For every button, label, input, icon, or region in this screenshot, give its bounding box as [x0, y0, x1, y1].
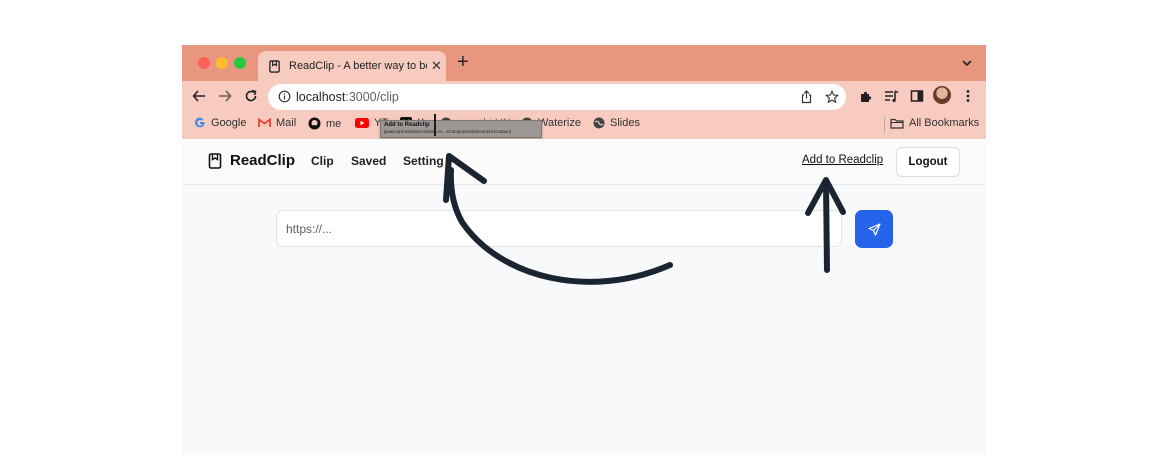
- folder-icon: [890, 118, 904, 129]
- clip-url-input[interactable]: [276, 210, 842, 247]
- back-icon[interactable]: [188, 81, 210, 111]
- nav-setting[interactable]: Setting: [403, 154, 444, 168]
- submit-button[interactable]: [855, 210, 893, 248]
- share-icon[interactable]: [800, 90, 813, 104]
- profile-avatar[interactable]: [933, 86, 951, 104]
- drag-tooltip: Add to Readclip javascript:window.locati…: [380, 120, 542, 138]
- bookmark-me[interactable]: me: [308, 117, 341, 130]
- browser-window: ReadClip - A better way to bo ✕ + localh…: [182, 45, 986, 453]
- app-header: ReadClip Clip Saved Setting Add to Readc…: [182, 139, 986, 185]
- bookmark-icon: [269, 59, 280, 73]
- drop-insertion-caret: [434, 114, 436, 136]
- send-icon: [867, 222, 881, 236]
- youtube-icon: [355, 118, 369, 128]
- reload-icon[interactable]: [240, 81, 262, 111]
- browser-tab[interactable]: ReadClip - A better way to bo ✕: [258, 51, 446, 81]
- forward-icon[interactable]: [214, 81, 236, 111]
- close-window-button[interactable]: [198, 57, 210, 69]
- tab-close-icon[interactable]: ✕: [431, 58, 442, 74]
- site-info-icon[interactable]: [278, 90, 291, 103]
- google-icon: [195, 117, 205, 128]
- tab-title: ReadClip - A better way to bo: [289, 60, 427, 72]
- bookmarks-bar: Google Mail me YT X: [182, 111, 986, 139]
- minimize-window-button[interactable]: [216, 57, 228, 69]
- address-bar[interactable]: localhost:3000/clip: [268, 84, 846, 110]
- reading-list-icon[interactable]: [884, 89, 899, 103]
- chevron-down-icon[interactable]: [962, 59, 972, 67]
- add-to-readclip-link[interactable]: Add to Readclip: [802, 154, 883, 166]
- side-panel-icon[interactable]: [910, 89, 924, 103]
- logout-button[interactable]: Logout: [896, 147, 960, 177]
- brand-logo[interactable]: ReadClip: [230, 152, 295, 169]
- bookmark-mail[interactable]: Mail: [258, 117, 296, 129]
- browser-toolbar: localhost:3000/clip: [182, 81, 986, 111]
- nav-clip[interactable]: Clip: [311, 154, 334, 168]
- bookmark-google[interactable]: Google: [194, 117, 246, 129]
- bookmarks-divider: [884, 117, 885, 133]
- bookmark-slides[interactable]: Slides: [593, 117, 640, 129]
- new-tab-icon[interactable]: +: [457, 51, 469, 74]
- star-icon[interactable]: [825, 90, 839, 104]
- more-menu-icon[interactable]: [966, 89, 970, 103]
- tab-strip: ReadClip - A better way to bo ✕ +: [182, 45, 986, 81]
- extensions-icon[interactable]: [859, 89, 873, 103]
- bookmark-icon: [208, 153, 222, 169]
- page-content: ReadClip Clip Saved Setting Add to Readc…: [182, 139, 986, 453]
- url-text: localhost:3000/clip: [296, 90, 399, 104]
- all-bookmarks-button[interactable]: All Bookmarks: [890, 117, 979, 129]
- gmail-icon: [258, 118, 271, 127]
- nav-saved[interactable]: Saved: [351, 154, 386, 168]
- maximize-window-button[interactable]: [234, 57, 246, 69]
- github-icon: [308, 117, 321, 130]
- globe-icon: [593, 117, 605, 129]
